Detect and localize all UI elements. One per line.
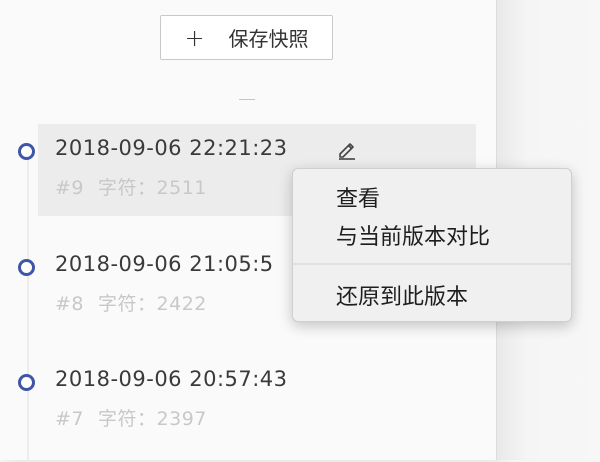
context-menu: 查看 与当前版本对比 还原到此版本 [292, 168, 572, 322]
history-chars: 字符：2511 [98, 177, 207, 199]
history-meta: #8 字符：2422 [55, 289, 207, 316]
divider-dash [239, 99, 255, 100]
menu-item-view[interactable]: 查看 [336, 181, 380, 213]
menu-separator [293, 263, 571, 265]
timeline-dot [18, 143, 35, 160]
timeline-line [27, 152, 29, 462]
history-number: #9 [55, 177, 85, 199]
history-number: #8 [55, 293, 85, 315]
menu-item-compare[interactable]: 与当前版本对比 [336, 219, 490, 251]
history-number: #7 [55, 408, 85, 430]
history-timestamp: 2018-09-06 22:21:23 [55, 136, 288, 160]
timeline-dot [18, 374, 35, 391]
save-snapshot-label: 保存快照 [228, 27, 309, 51]
save-snapshot-button[interactable]: + 保存快照 [160, 15, 333, 60]
history-meta: #9 字符：2511 [55, 173, 207, 200]
history-chars: 字符：2397 [98, 408, 207, 430]
pencil-icon[interactable] [336, 138, 358, 160]
history-chars: 字符：2422 [98, 293, 207, 315]
timeline-dot [18, 259, 35, 276]
menu-item-restore[interactable]: 还原到此版本 [336, 279, 468, 311]
history-timestamp: 2018-09-06 20:57:43 [55, 367, 288, 391]
history-meta: #7 字符：2397 [55, 404, 207, 431]
history-timestamp: 2018-09-06 21:05:5 [55, 252, 274, 276]
history-item[interactable]: 2018-09-06 20:57:43 #7 字符：2397 [18, 355, 476, 447]
plus-icon: + [184, 23, 205, 52]
